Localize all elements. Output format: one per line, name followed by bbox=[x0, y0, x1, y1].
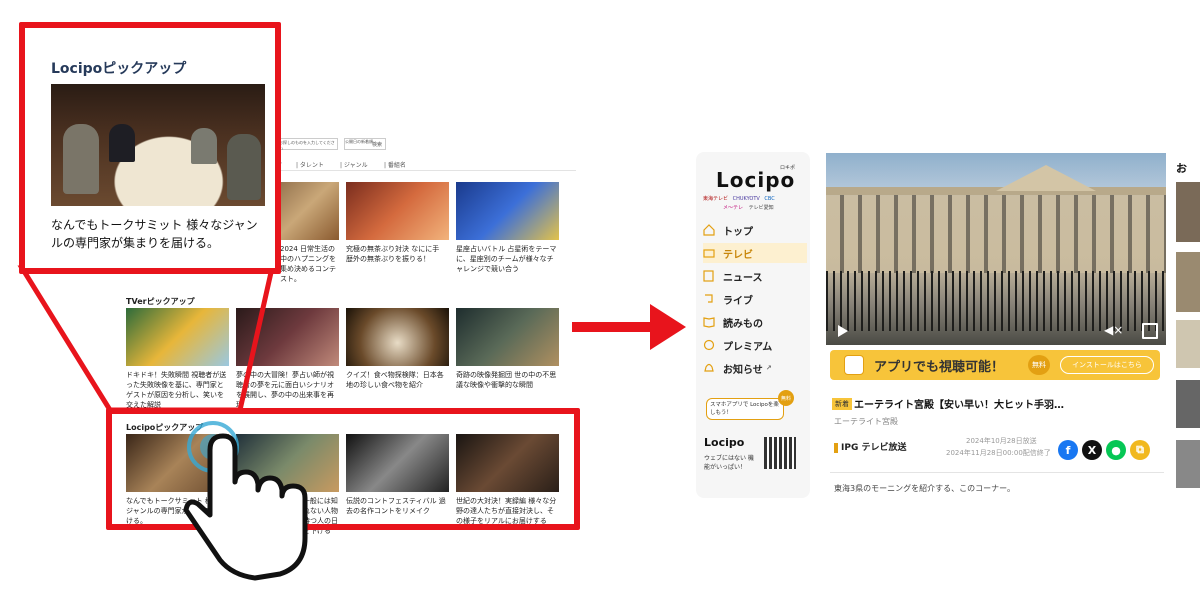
facebook-icon[interactable]: f bbox=[1058, 440, 1078, 460]
install-button[interactable]: インストールはこちら bbox=[1060, 356, 1154, 374]
aired-date: 2024年10月28日放送 bbox=[966, 437, 1037, 445]
play-icon[interactable] bbox=[838, 325, 848, 337]
partner-logos: 東海テレビ CHUKYOTV CBC メ～テレ テレビ愛知 bbox=[703, 195, 807, 213]
book-icon bbox=[703, 316, 715, 328]
side-thumb[interactable] bbox=[1176, 440, 1200, 488]
broadcaster-logo bbox=[834, 442, 838, 453]
video-player[interactable]: ◀× bbox=[826, 153, 1166, 345]
person bbox=[109, 124, 135, 162]
nav-label: ライブ bbox=[723, 295, 753, 307]
external-link-icon: ↗ bbox=[765, 364, 772, 372]
person bbox=[227, 134, 261, 200]
fullscreen-icon[interactable] bbox=[1142, 323, 1158, 339]
partner-logo: CBC bbox=[764, 196, 775, 202]
side-thumb[interactable] bbox=[1176, 252, 1200, 312]
promo-text: ウェブにはない 機能がいっぱい！ bbox=[704, 455, 754, 471]
broadcaster-name: IPG テレビ放送 bbox=[841, 443, 907, 453]
nav-label: ニュース bbox=[723, 272, 763, 284]
nav-label: トップ bbox=[723, 226, 753, 238]
callout-box: Locipoピックアップ なんでもトークサミット 様々なジャンルの専門家が集まり… bbox=[19, 22, 281, 274]
locipo-app-icon bbox=[844, 355, 864, 375]
nav-label: お知らせ bbox=[723, 364, 763, 376]
nav-label: 読みもの bbox=[723, 318, 763, 330]
free-badge: 無料 bbox=[778, 390, 794, 406]
copy-icon[interactable]: ⧉ bbox=[1130, 440, 1150, 460]
new-badge: 新着 bbox=[832, 398, 852, 410]
nav-item-notice[interactable]: お知らせ ↗ bbox=[703, 358, 807, 378]
palace-pediment bbox=[996, 165, 1096, 191]
episode-title: エーテライト宮殿【安い早い！大ヒット手羽… bbox=[854, 400, 1064, 411]
episode-subtitle: エーテライト宮殿 bbox=[834, 417, 898, 426]
nav-item-live[interactable]: ライブ bbox=[703, 289, 807, 309]
expiry-date: 2024年11月28日00:00配信終了 bbox=[946, 449, 1051, 457]
qr-code[interactable] bbox=[764, 437, 796, 469]
callout-caption: なんでもトークサミット 様々なジャンルの専門家が集まりを届ける。 bbox=[51, 218, 258, 250]
banner-free-badge: 無料 bbox=[1028, 355, 1050, 375]
premium-icon bbox=[703, 339, 715, 351]
partner-logo: CHUKYOTV bbox=[732, 196, 760, 202]
divider bbox=[830, 472, 1164, 473]
promo-logo: Locipo bbox=[704, 436, 745, 449]
tv-icon bbox=[703, 247, 715, 259]
callout-heading: Locipoピックアップ bbox=[51, 61, 187, 77]
arrow-right-icon bbox=[572, 304, 686, 350]
side-thumb[interactable] bbox=[1176, 380, 1200, 428]
line-icon[interactable]: ● bbox=[1106, 440, 1126, 460]
home-icon bbox=[703, 224, 715, 236]
promo-bubble: スマホアプリで Locipoを楽しもう！ bbox=[706, 398, 784, 420]
broadcaster: IPG テレビ放送 bbox=[834, 440, 906, 453]
news-icon bbox=[703, 270, 715, 282]
x-icon[interactable]: X bbox=[1082, 440, 1102, 460]
app-logo-sub: ロキポ bbox=[780, 165, 796, 171]
episode-description: 東海3県のモーニングを紹介する、このコーナー。 bbox=[834, 484, 1016, 493]
person bbox=[191, 128, 217, 164]
nav-item-news[interactable]: ニュース bbox=[703, 266, 807, 286]
nav-label: プレミアム bbox=[723, 341, 773, 353]
side-thumb[interactable] bbox=[1176, 320, 1200, 368]
callout-image bbox=[51, 84, 265, 206]
side-thumb[interactable] bbox=[1176, 182, 1200, 242]
live-icon bbox=[703, 293, 715, 305]
app-install-banner[interactable]: アプリでも視聴可能！ 無料 インストールはこちら bbox=[830, 350, 1160, 380]
nav-item-premium[interactable]: プレミアム bbox=[703, 335, 807, 355]
partner-logo: 東海テレビ bbox=[703, 196, 729, 202]
palace-facade bbox=[826, 193, 1166, 273]
tap-hand-icon bbox=[183, 421, 308, 581]
app-logo[interactable]: Locipo bbox=[716, 168, 795, 192]
nav-label: テレビ bbox=[723, 249, 753, 261]
partner-logo: テレビ愛知 bbox=[748, 205, 774, 211]
nav-item-tv[interactable]: テレビ bbox=[703, 243, 807, 263]
nav-item-reading[interactable]: 読みもの bbox=[703, 312, 807, 332]
mute-icon[interactable]: ◀× bbox=[1104, 323, 1123, 337]
bell-icon bbox=[703, 362, 715, 374]
right-column-label: お bbox=[1176, 162, 1187, 175]
person bbox=[63, 124, 99, 194]
fence bbox=[826, 271, 1166, 331]
nav-item-top[interactable]: トップ bbox=[703, 220, 807, 240]
banner-text: アプリでも視聴可能！ bbox=[874, 360, 1005, 375]
partner-logo: メ～テレ bbox=[723, 205, 744, 211]
